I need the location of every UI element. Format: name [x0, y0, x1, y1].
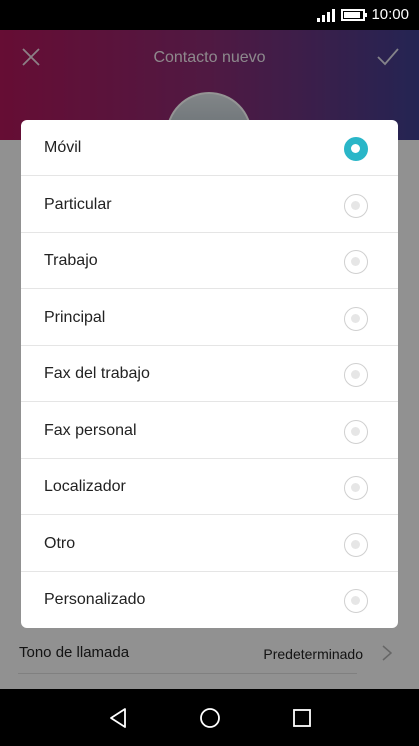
radio-unselected-icon[interactable]	[344, 193, 368, 218]
option-label: Fax del trabajo	[44, 365, 150, 382]
battery-icon	[341, 8, 368, 21]
option-label: Personalizado	[44, 591, 146, 608]
status-bar: 10:00	[0, 0, 419, 30]
signal-icon	[317, 8, 336, 22]
radio-selected-icon[interactable]	[344, 137, 368, 161]
radio-unselected-icon[interactable]	[344, 532, 368, 557]
option-row[interactable]: Otro	[21, 516, 398, 572]
radio-unselected-icon[interactable]	[344, 476, 368, 500]
status-time: 10:00	[371, 6, 409, 23]
radio-unselected-icon[interactable]	[344, 250, 368, 274]
option-label: Particular	[44, 195, 112, 213]
option-label: Móvil	[44, 139, 82, 156]
radio-unselected-icon[interactable]	[344, 589, 368, 613]
option-label: Trabajo	[44, 252, 98, 269]
option-label: Localizador	[44, 478, 126, 495]
option-row[interactable]: Fax del trabajo	[21, 346, 398, 402]
option-row[interactable]: Móvil	[21, 120, 398, 176]
back-triangle-icon[interactable]	[106, 706, 130, 730]
navigation-bar	[0, 689, 419, 746]
option-label: Fax personal	[44, 421, 137, 439]
phone-type-dialog: Móvil Particular Trabajo Principal Fax del t…	[21, 120, 398, 628]
option-label: Otro	[44, 534, 76, 552]
option-row[interactable]: Principal	[21, 290, 398, 346]
radio-unselected-icon[interactable]	[344, 306, 368, 331]
option-row[interactable]: Personalizado	[21, 572, 398, 628]
option-label: Principal	[44, 308, 106, 326]
radio-unselected-icon[interactable]	[344, 363, 368, 387]
option-row[interactable]: Particular	[21, 177, 398, 233]
status-indicators: 10:00	[317, 6, 409, 23]
option-row[interactable]: Fax personal	[21, 403, 398, 459]
radio-unselected-icon[interactable]	[344, 419, 368, 444]
home-circle-icon[interactable]	[198, 706, 222, 730]
recents-square-icon[interactable]	[290, 706, 314, 730]
option-row[interactable]: Trabajo	[21, 233, 398, 289]
option-row[interactable]: Localizador	[21, 459, 398, 515]
